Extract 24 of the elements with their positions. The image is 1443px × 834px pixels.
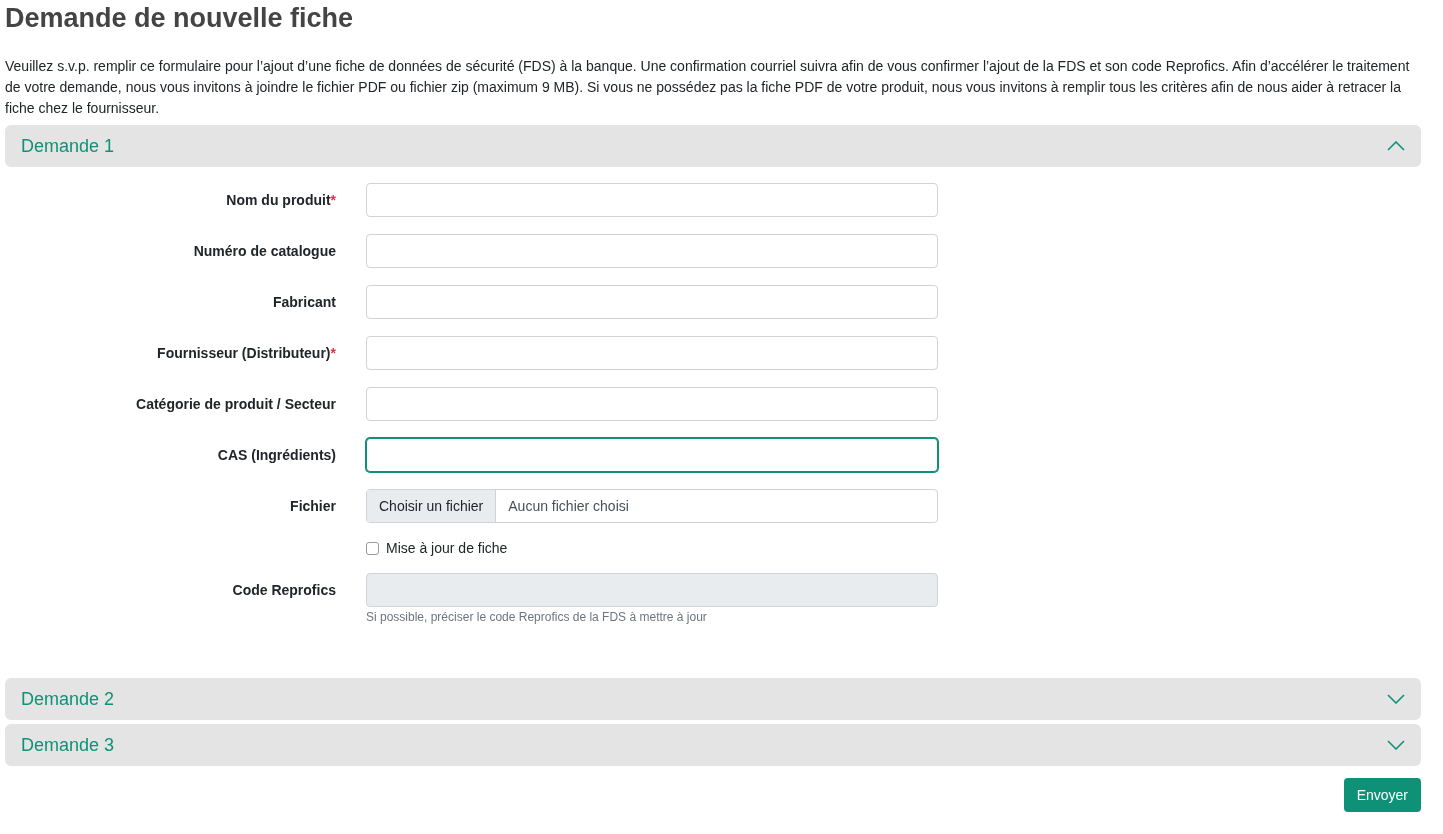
field-label: Fournisseur (Distributeur)* — [157, 345, 336, 361]
chevron-down-icon[interactable] — [1387, 694, 1405, 704]
checkbox[interactable] — [366, 541, 379, 555]
file-status: Aucun fichier choisi — [507, 497, 630, 516]
file-input[interactable]: Choisir un fichier Aucun fichier choisi — [366, 489, 938, 523]
accordion-header[interactable]: Demande 1 — [5, 125, 1421, 167]
field-label: Catégorie de produit / Secteur — [136, 396, 336, 412]
input-field[interactable] — [366, 438, 938, 472]
chevron-up-icon[interactable] — [1387, 141, 1405, 151]
chevron-down-icon[interactable] — [1387, 740, 1405, 750]
submit-button[interactable]: Envoyer — [1343, 778, 1421, 812]
checkbox-label: Mise à jour de fiche — [386, 540, 508, 556]
field-label: Fichier — [290, 498, 336, 514]
help-text: Si possible, préciser le code Reprofics de la FDS à mettre à jour — [366, 610, 708, 624]
field-label: Code Reprofics — [232, 582, 336, 598]
accordion-header[interactable]: Demande 3 — [5, 724, 1421, 766]
accordion-header[interactable]: Demande 2 — [5, 678, 1421, 720]
field-label: Fabricant — [273, 294, 336, 310]
intro-text: Veuillez s.v.p. remplir ce formulaire pour l’ajout d’une fiche de données de sécurité (FDS) à la banque. Une confirmation courriel suivra afin de vous confirmer l’ajout de la FDS et son code Reprofics. Afin d’accélérer le traitement de votre demande, nous vous invitons à joindre le fichier PDF ou fichier zip (maximum 9 MB). Si vous ne possédez pas la fiche PDF de votre produit, nous vous invitons à remplir tous les critères afin de nous aider à retracer la fiche chez le fournisseur. — [5, 57, 1411, 118]
page-title: Demande de nouvelle fiche — [5, 2, 355, 34]
field-label: Nom du produit* — [226, 192, 336, 208]
field-label: CAS (Ingrédients) — [217, 447, 336, 463]
field-label: Numéro de catalogue — [193, 243, 336, 259]
choose-file-button[interactable]: Choisir un fichier — [367, 490, 497, 522]
